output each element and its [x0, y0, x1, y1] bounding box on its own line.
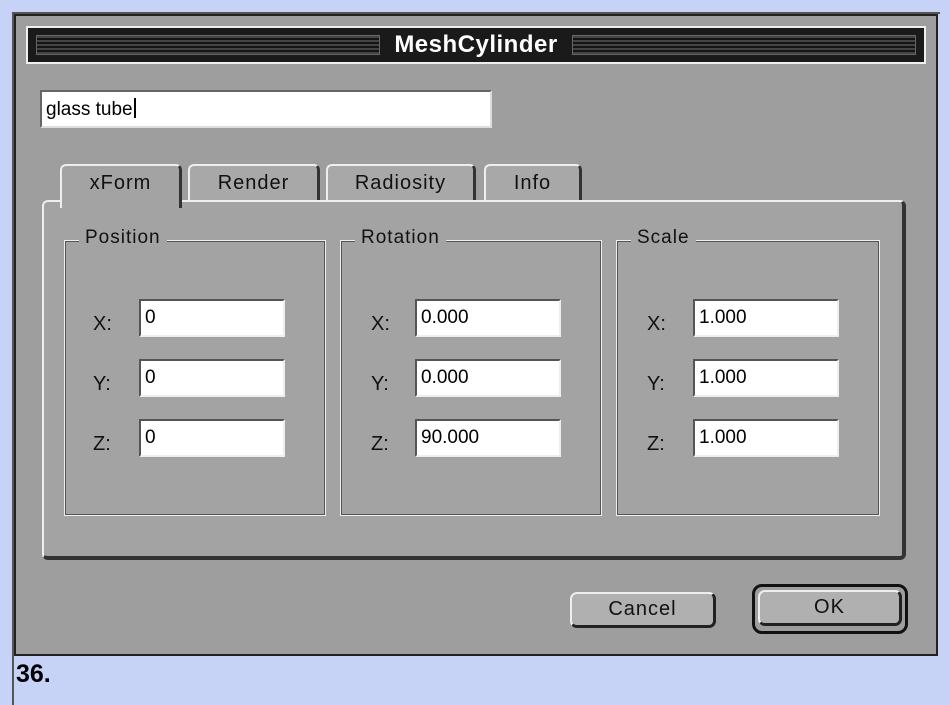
title-bar[interactable]: MeshCylinder	[26, 26, 926, 64]
position-y-field[interactable]: 0	[139, 359, 285, 397]
scale-z-label: Z:	[647, 433, 665, 455]
title-stripes-right	[571, 35, 916, 55]
scale-x-field[interactable]: 1.000	[693, 299, 839, 337]
text-cursor	[133, 98, 136, 118]
tab-info[interactable]: Info	[484, 164, 582, 204]
rotation-group-label: Rotation	[355, 227, 446, 249]
window-title: MeshCylinder	[394, 31, 558, 58]
tab-info-label: Info	[513, 172, 552, 194]
title-stripes-left	[36, 35, 381, 55]
scale-x-label: X:	[647, 313, 666, 335]
tab-render-label: Render	[217, 172, 290, 194]
ok-button[interactable]: OK	[758, 590, 902, 626]
tab-radiosity[interactable]: Radiosity	[326, 164, 476, 204]
tab-render[interactable]: Render	[188, 164, 320, 204]
position-z-field[interactable]: 0	[139, 419, 285, 457]
tab-xform-label: xForm	[89, 172, 152, 194]
object-name-value: glass tube	[46, 99, 133, 120]
scale-y-field[interactable]: 1.000	[693, 359, 839, 397]
rotation-z-label: Z:	[371, 433, 389, 455]
rotation-y-label: Y:	[371, 373, 389, 395]
rotation-x-label: X:	[371, 313, 390, 335]
position-group: Position X: 0 Y: 0 Z: 0	[64, 227, 326, 516]
scale-z-field[interactable]: 1.000	[693, 419, 839, 457]
position-x-field[interactable]: 0	[139, 299, 285, 337]
cancel-button[interactable]: Cancel	[570, 592, 716, 628]
dialog-window: MeshCylinder glass tube xForm Render Rad…	[14, 14, 938, 656]
position-z-label: Z:	[93, 433, 111, 455]
position-x-label: X:	[93, 313, 112, 335]
rotation-y-field[interactable]: 0.000	[415, 359, 561, 397]
object-name-input[interactable]: glass tube	[40, 90, 492, 128]
scale-group-label: Scale	[631, 227, 696, 249]
scale-y-label: Y:	[647, 373, 665, 395]
rotation-z-field[interactable]: 90.000	[415, 419, 561, 457]
position-group-label: Position	[79, 227, 167, 249]
tab-radiosity-label: Radiosity	[354, 172, 447, 194]
scale-group: Scale X: 1.000 Y: 1.000 Z: 1.000	[616, 227, 880, 516]
figure-caption: 36.	[16, 660, 51, 688]
rotation-x-field[interactable]: 0.000	[415, 299, 561, 337]
xform-panel: Position X: 0 Y: 0 Z: 0 Rotation X: 0.00…	[42, 200, 906, 560]
position-y-label: Y:	[93, 373, 111, 395]
rotation-group: Rotation X: 0.000 Y: 0.000 Z: 90.000	[340, 227, 602, 516]
tab-xform[interactable]: xForm	[60, 164, 182, 208]
